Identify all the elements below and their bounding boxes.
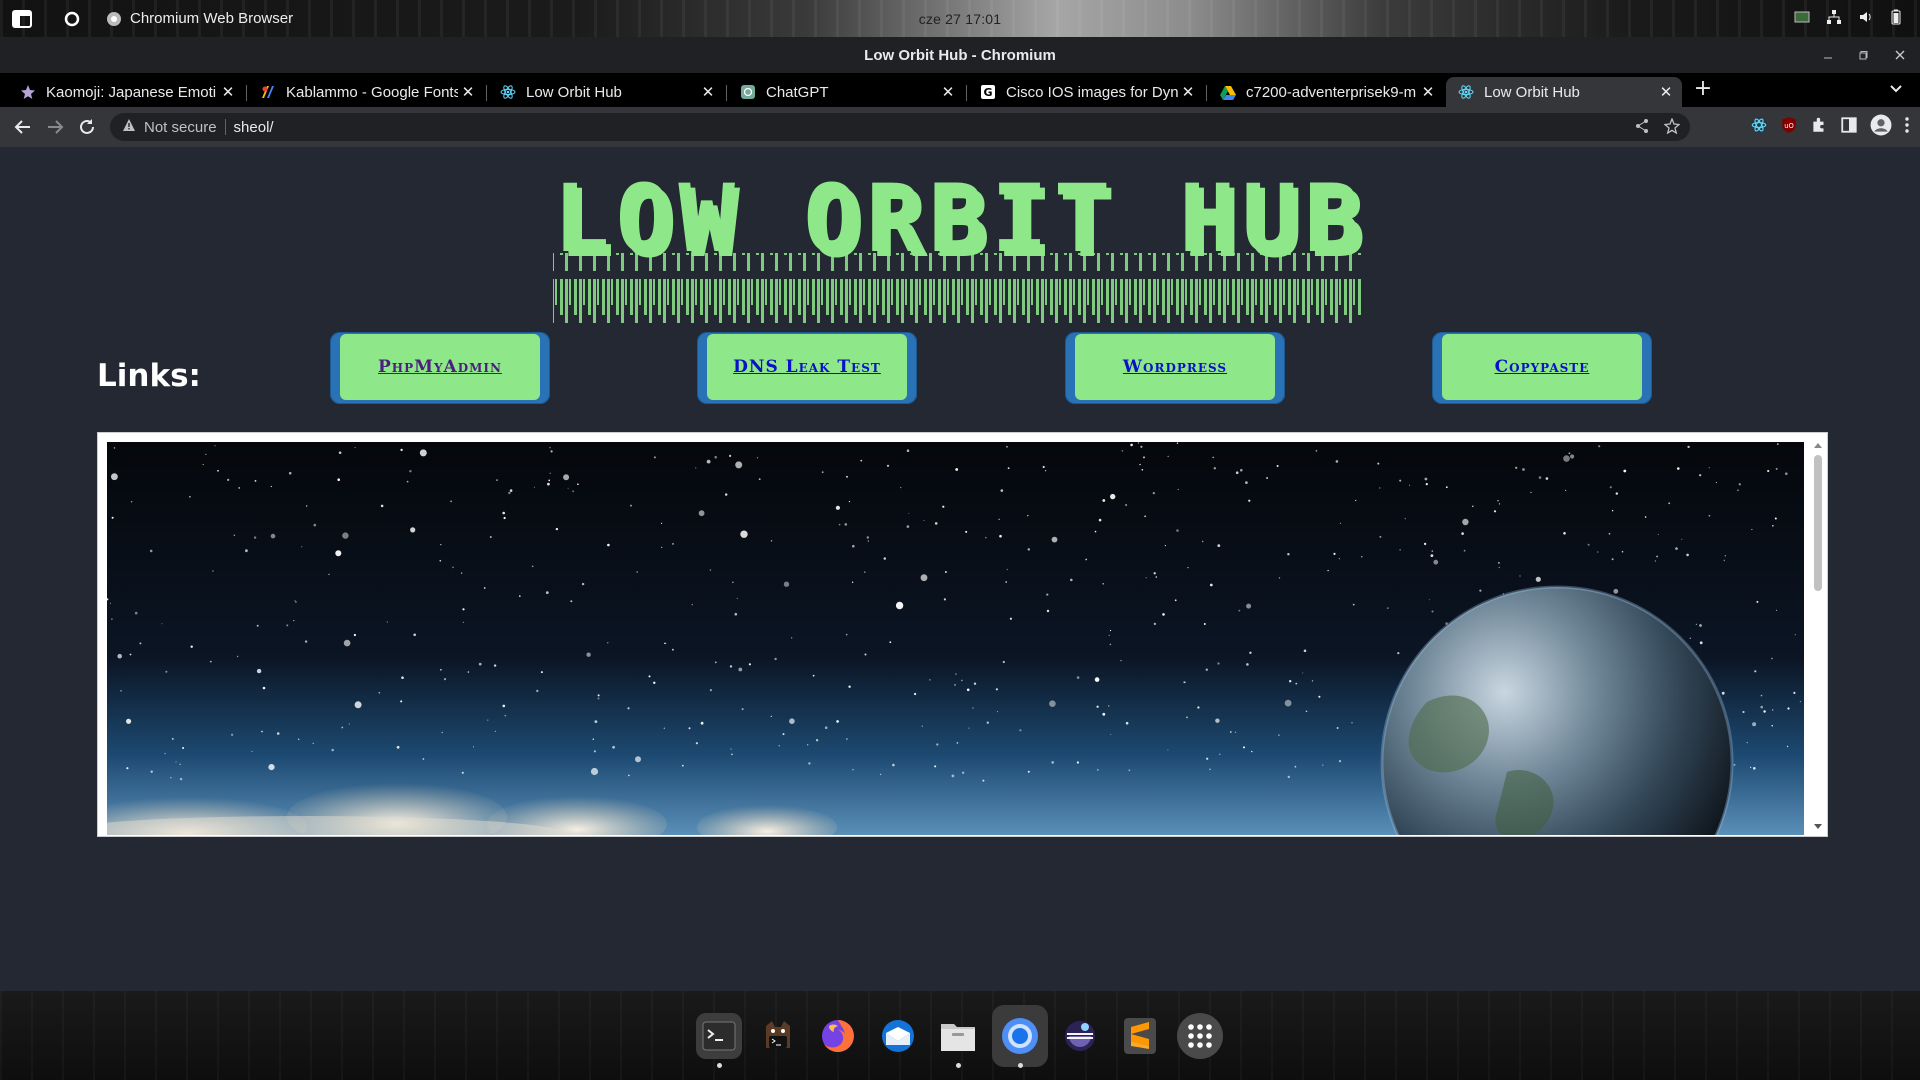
svg-text:uO: uO (1784, 122, 1794, 130)
battery-icon[interactable] (1890, 9, 1902, 25)
terminal-icon[interactable] (696, 1013, 742, 1068)
chromium-icon (107, 11, 121, 26)
terminal-cat-icon[interactable] (755, 1013, 801, 1059)
dns-leak-test-button[interactable]: DNS Leak Test (697, 332, 917, 404)
atom-extension-icon[interactable] (1750, 116, 1768, 138)
chatgpt-icon (740, 84, 756, 100)
minimize-icon[interactable] (1820, 47, 1836, 63)
g-letter-icon: G (980, 84, 996, 100)
warning-triangle-icon[interactable] (122, 118, 136, 136)
tab-label: Kablammo - Google Fonts (286, 83, 458, 101)
tab-kaomoji[interactable]: Kaomoji: Japanese Emoti ✕ (8, 77, 244, 107)
web-page: LOW ORBIT HUB LOW ORBIT HUB Links: PhpMy… (0, 147, 1920, 991)
thunderbird-icon[interactable] (875, 1013, 921, 1059)
window-title-bar[interactable]: Low Orbit Hub - Chromium (0, 37, 1920, 73)
volume-icon[interactable] (1858, 9, 1874, 25)
tab-search-chevron-icon[interactable] (1888, 80, 1908, 100)
system-tray[interactable] (1794, 9, 1902, 25)
close-tab-icon[interactable]: ✕ (458, 83, 478, 101)
copypaste-link[interactable]: Copypaste (1495, 357, 1590, 377)
star-icon (20, 84, 36, 100)
firefox-icon[interactable] (815, 1013, 861, 1059)
phpmyadmin-link[interactable]: PhpMyAdmin (378, 357, 502, 377)
tab-label: ChatGPT (766, 83, 829, 101)
new-tab-icon[interactable]: + (1693, 78, 1713, 100)
google-fonts-icon (260, 84, 276, 100)
browser-menu-icon[interactable] (1904, 116, 1910, 138)
forward-arrow-icon[interactable] (42, 114, 68, 140)
sublime-text-icon[interactable] (1117, 1013, 1163, 1059)
security-status[interactable]: Not secure (144, 119, 217, 136)
share-icon[interactable] (1634, 118, 1650, 138)
low-orbit-hub-logo: LOW ORBIT HUB LOW ORBIT HUB (553, 165, 1366, 323)
profile-avatar-icon[interactable] (1870, 114, 1892, 140)
network-icon[interactable] (1826, 9, 1842, 25)
circle-menu-icon[interactable] (60, 7, 84, 31)
wordpress-button[interactable]: Wordpress (1065, 332, 1285, 404)
links-heading: Links: (97, 358, 201, 394)
window-title: Low Orbit Hub - Chromium (864, 46, 1056, 64)
side-panel-icon[interactable] (1840, 116, 1858, 138)
ublock-origin-icon[interactable]: uO (1780, 116, 1798, 138)
dns-leak-test-link[interactable]: DNS Leak Test (733, 357, 881, 377)
url-text[interactable]: sheol/ (234, 119, 274, 136)
scroll-up-arrow-icon[interactable] (1814, 443, 1822, 448)
wordpress-link[interactable]: Wordpress (1123, 357, 1227, 377)
back-arrow-icon[interactable] (10, 114, 36, 140)
indicator-icon[interactable] (1794, 10, 1810, 24)
close-tab-icon[interactable]: ✕ (1418, 83, 1438, 101)
clock[interactable]: cze 27 17:01 (919, 11, 1002, 27)
system-top-bar: Chromium Web Browser cze 27 17:01 (0, 0, 1920, 37)
eclipse-icon[interactable] (1057, 1013, 1103, 1059)
scroll-down-arrow-icon[interactable] (1814, 824, 1822, 829)
copypaste-button[interactable]: Copypaste (1432, 332, 1652, 404)
app-grid-icon[interactable] (1177, 1013, 1223, 1059)
reload-icon[interactable] (74, 114, 100, 140)
files-icon[interactable] (935, 1013, 981, 1068)
tab-label: Low Orbit Hub (526, 83, 622, 101)
embedded-frame[interactable] (97, 432, 1828, 837)
tab-cisco-ios[interactable]: G Cisco IOS images for Dyna ✕ (968, 77, 1204, 107)
active-app-menu[interactable]: Chromium Web Browser (106, 10, 293, 27)
tab-google-fonts[interactable]: Kablammo - Google Fonts ✕ (248, 77, 484, 107)
active-app-label: Chromium Web Browser (130, 10, 294, 27)
browser-toolbar: Not secure sheol/ uO (0, 107, 1920, 147)
close-tab-icon[interactable]: ✕ (698, 83, 718, 101)
tab-label: Kaomoji: Japanese Emoti (46, 83, 217, 101)
atom-icon (500, 84, 516, 100)
restore-icon[interactable] (1856, 47, 1872, 63)
dock (0, 991, 1920, 1080)
google-drive-icon (1220, 84, 1236, 100)
chromium-icon[interactable] (997, 1013, 1043, 1068)
tab-c7200[interactable]: c7200-adventerprisek9-m ✕ (1208, 77, 1444, 107)
tab-low-orbit-hub-active[interactable]: Low Orbit Hub ✕ (1446, 77, 1682, 107)
tab-label: Cisco IOS images for Dyna (1006, 83, 1178, 101)
tab-low-orbit-hub[interactable]: Low Orbit Hub ✕ (488, 77, 724, 107)
space-earth-image (107, 442, 1804, 835)
close-tab-icon[interactable]: ✕ (1178, 83, 1198, 101)
close-tab-icon[interactable]: ✕ (1656, 83, 1676, 101)
address-bar[interactable]: Not secure sheol/ (110, 113, 1690, 141)
activities-icon[interactable] (10, 7, 34, 31)
close-tab-icon[interactable]: ✕ (938, 83, 958, 101)
scrollbar-thumb[interactable] (1814, 455, 1822, 591)
bookmark-star-icon[interactable] (1663, 117, 1681, 138)
tab-label: c7200-adventerprisek9-m (1246, 83, 1417, 101)
phpmyadmin-button[interactable]: PhpMyAdmin (330, 332, 550, 404)
atom-icon (1458, 84, 1474, 100)
close-tab-icon[interactable]: ✕ (218, 83, 238, 101)
tab-chatgpt[interactable]: ChatGPT ✕ (728, 77, 964, 107)
frame-scrollbar[interactable] (1811, 441, 1825, 829)
svg-text:G: G (983, 86, 992, 99)
extensions-puzzle-icon[interactable] (1810, 116, 1828, 138)
tab-label: Low Orbit Hub (1484, 83, 1580, 101)
close-window-icon[interactable] (1892, 47, 1908, 63)
tab-strip: Kaomoji: Japanese Emoti ✕ Kablammo - Goo… (0, 73, 1920, 107)
